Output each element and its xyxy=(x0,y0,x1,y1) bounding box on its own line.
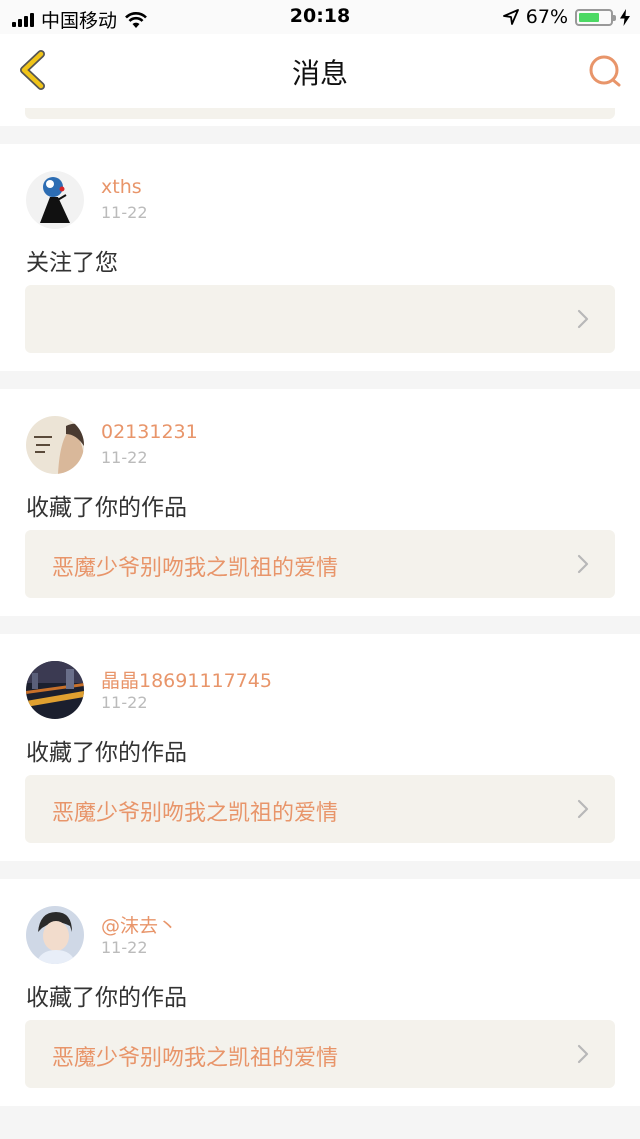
username[interactable]: xths xyxy=(101,176,142,198)
avatar-image xyxy=(26,416,84,474)
chevron-right-icon xyxy=(577,1044,589,1064)
message-date: 11-22 xyxy=(101,693,148,712)
username[interactable]: @沫去丶 xyxy=(101,911,177,938)
location-icon xyxy=(502,9,519,25)
username[interactable]: 02131231 xyxy=(101,421,198,443)
back-button[interactable] xyxy=(14,48,58,92)
avatar-image xyxy=(26,171,84,229)
message-card: 02131231 11-22 收藏了你的作品 恶魔少爷别吻我之凯祖的爱情 xyxy=(0,389,640,616)
search-icon xyxy=(589,55,621,87)
charging-icon xyxy=(620,8,630,26)
work-link[interactable] xyxy=(25,285,615,353)
battery-icon xyxy=(575,8,616,26)
username[interactable]: 晶晶18691117745 xyxy=(101,666,272,693)
message-action: 关注了您 xyxy=(26,250,118,276)
nav-bar: 消息 xyxy=(0,34,640,109)
work-title: 恶魔少爷别吻我之凯祖的爱情 xyxy=(52,1046,339,1071)
avatar-image xyxy=(26,906,84,964)
message-date: 11-22 xyxy=(101,203,148,222)
message-date: 11-22 xyxy=(101,448,148,467)
message-date: 11-22 xyxy=(101,938,148,957)
work-title: 恶魔少爷别吻我之凯祖的爱情 xyxy=(52,556,339,581)
message-card: 晶晶18691117745 11-22 收藏了你的作品 恶魔少爷别吻我之凯祖的爱… xyxy=(0,634,640,861)
previous-card-remnant xyxy=(0,108,640,126)
message-card: @沫去丶 11-22 收藏了你的作品 恶魔少爷别吻我之凯祖的爱情 xyxy=(0,879,640,1106)
message-list[interactable]: xths 11-22 关注了您 02131231 11-22 收藏了你的作品 恶… xyxy=(0,108,640,1136)
chevron-right-icon xyxy=(577,799,589,819)
avatar[interactable] xyxy=(26,906,84,964)
avatar[interactable] xyxy=(26,661,84,719)
work-link[interactable]: 恶魔少爷别吻我之凯祖的爱情 xyxy=(25,775,615,843)
message-action: 收藏了你的作品 xyxy=(26,495,187,521)
battery-percent: 67% xyxy=(525,6,568,28)
message-action: 收藏了你的作品 xyxy=(26,985,187,1011)
status-bar: 中国移动 20:18 67% xyxy=(0,0,640,34)
chevron-right-icon xyxy=(577,309,589,329)
avatar-image xyxy=(26,661,84,719)
chevron-right-icon xyxy=(577,554,589,574)
search-button[interactable] xyxy=(586,52,626,92)
message-card: xths 11-22 关注了您 xyxy=(0,144,640,371)
avatar[interactable] xyxy=(26,416,84,474)
work-title: 恶魔少爷别吻我之凯祖的爱情 xyxy=(52,801,339,826)
avatar[interactable] xyxy=(26,171,84,229)
work-link[interactable]: 恶魔少爷别吻我之凯祖的爱情 xyxy=(25,1020,615,1088)
chevron-left-icon xyxy=(20,50,45,90)
work-link[interactable]: 恶魔少爷别吻我之凯祖的爱情 xyxy=(25,530,615,598)
status-right: 67% xyxy=(502,6,630,28)
page-title: 消息 xyxy=(291,57,348,90)
message-action: 收藏了你的作品 xyxy=(26,740,187,766)
